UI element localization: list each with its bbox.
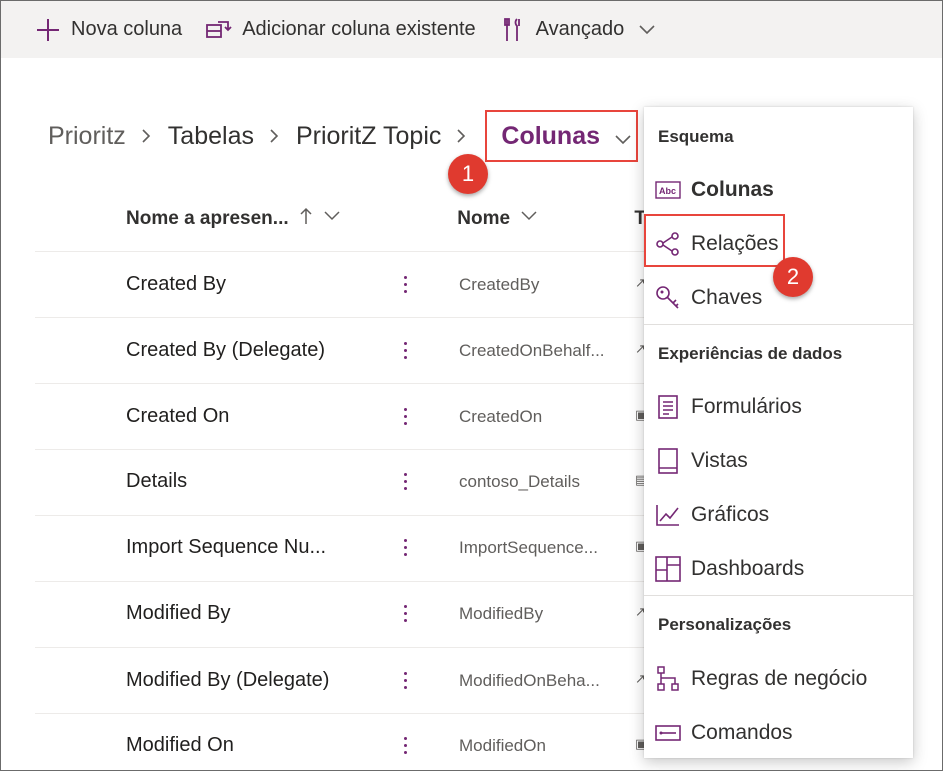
menu-item-label: Comandos	[691, 721, 793, 744]
table-row[interactable]: Modified By (Delegate) ModifiedOnBeha...…	[35, 649, 645, 713]
form-icon	[654, 393, 682, 421]
column-header-name[interactable]: Nome	[457, 207, 634, 231]
menu-item-vistas[interactable]: Vistas	[644, 437, 913, 485]
plus-icon	[35, 17, 61, 43]
new-column-label: Nova coluna	[71, 18, 183, 40]
chevron-right-icon	[268, 129, 282, 143]
chevron-down-icon	[323, 207, 341, 231]
menu-section-title-esquema: Esquema	[658, 127, 734, 146]
breadcrumb-item-topic[interactable]: PrioritZ Topic	[296, 122, 441, 151]
new-column-button[interactable]: Nova coluna	[35, 10, 182, 50]
row-logical-name: ImportSequence...	[459, 538, 598, 557]
column-header-display-name-label: Nome a apresen...	[126, 208, 289, 229]
more-options-icon[interactable]	[395, 466, 415, 496]
row-logical-name: ModifiedBy	[459, 604, 544, 623]
table-area-dropdown-menu: Esquema Abc Colunas Relações Chaves Expe…	[644, 107, 913, 758]
key-icon	[654, 284, 682, 312]
menu-item-label: Colunas	[691, 178, 774, 201]
row-logical-name: CreatedOn	[459, 407, 543, 426]
menu-item-label: Formulários	[691, 395, 802, 418]
breadcrumb-current-colunas[interactable]: Colunas	[485, 110, 639, 162]
menu-item-label: Dashboards	[691, 557, 805, 580]
menu-item-graficos[interactable]: Gráficos	[644, 491, 913, 539]
chevron-right-icon	[455, 129, 469, 143]
highlight-box-relacoes	[644, 214, 785, 267]
add-existing-column-button[interactable]: Adicionar coluna existente	[206, 10, 476, 50]
menu-item-label: Gráficos	[691, 503, 770, 526]
business-rules-icon	[654, 665, 682, 693]
menu-section-title-personalizacoes: Personalizações	[658, 615, 792, 634]
add-existing-column-icon	[206, 17, 232, 43]
chevron-right-icon	[140, 129, 154, 143]
more-options-icon[interactable]	[395, 335, 415, 365]
table-row[interactable]: Created By CreatedBy ↗	[35, 253, 645, 317]
row-divider	[35, 317, 645, 318]
table-header: Nome a apresen... Nome T	[126, 201, 646, 237]
commands-icon	[654, 719, 682, 747]
table-row[interactable]: Import Sequence Nu... ImportSequence... …	[35, 516, 645, 580]
breadcrumb: Prioritz Tabelas PrioritZ Topic Colunas	[48, 110, 639, 162]
more-options-icon[interactable]	[395, 598, 415, 628]
column-header-display-name[interactable]: Nome a apresen...	[126, 207, 457, 231]
row-display-name: Modified By (Delegate)	[126, 669, 330, 691]
more-options-icon[interactable]	[395, 665, 415, 695]
breadcrumb-item-prioritz[interactable]: Prioritz	[48, 122, 126, 151]
dashboard-icon	[654, 555, 682, 583]
chevron-down-icon	[520, 207, 538, 231]
more-options-icon[interactable]	[395, 730, 415, 760]
row-display-name: Created On	[126, 405, 230, 427]
row-display-name: Modified On	[126, 734, 234, 756]
add-existing-column-label: Adicionar coluna existente	[242, 18, 476, 40]
row-divider	[35, 647, 645, 648]
menu-section-title-experiencias: Experiências de dados	[658, 344, 843, 363]
breadcrumb-item-tabelas[interactable]: Tabelas	[168, 122, 254, 151]
menu-divider	[644, 324, 913, 325]
menu-item-label: Regras de negócio	[691, 667, 868, 690]
advanced-button[interactable]: Avançado	[500, 10, 657, 50]
table-row[interactable]: Created On CreatedOn ▣	[35, 385, 645, 449]
table-row[interactable]: Created By (Delegate) CreatedOnBehalf...…	[35, 319, 645, 383]
menu-item-label: Vistas	[691, 449, 748, 472]
row-display-name: Created By	[126, 273, 227, 295]
more-options-icon[interactable]	[395, 401, 415, 431]
sort-ascending-icon	[299, 207, 313, 231]
row-logical-name: contoso_Details	[459, 472, 580, 491]
tools-icon	[500, 17, 526, 43]
menu-item-formularios[interactable]: Formulários	[644, 383, 913, 431]
row-display-name: Import Sequence Nu...	[126, 536, 327, 558]
step-badge-1: 1	[448, 154, 488, 194]
step-badge-2: 2	[773, 257, 813, 297]
row-display-name: Created By (Delegate)	[126, 339, 325, 361]
row-display-name: Details	[126, 470, 188, 492]
svg-text:Abc: Abc	[659, 186, 676, 196]
more-options-icon[interactable]	[395, 269, 415, 299]
column-header-name-label: Nome	[457, 208, 511, 229]
menu-item-colunas[interactable]: Abc Colunas	[644, 166, 913, 214]
columns-abc-icon: Abc	[654, 176, 682, 204]
breadcrumb-current-label: Colunas	[501, 121, 601, 150]
chart-icon	[654, 501, 682, 529]
menu-item-comandos[interactable]: Comandos	[644, 709, 913, 757]
row-display-name: Modified By	[126, 602, 231, 624]
view-icon	[654, 447, 682, 475]
row-logical-name: CreatedOnBehalf...	[459, 341, 605, 360]
menu-item-dashboards[interactable]: Dashboards	[644, 545, 913, 593]
more-options-icon[interactable]	[395, 532, 415, 562]
menu-item-regras-de-negocio[interactable]: Regras de negócio	[644, 655, 913, 703]
row-logical-name: CreatedBy	[459, 275, 540, 294]
command-bar: Nova coluna Adicionar coluna existente A…	[1, 1, 942, 58]
menu-divider	[644, 595, 913, 596]
advanced-label: Avançado	[535, 18, 625, 40]
chevron-down-icon	[638, 21, 656, 39]
menu-item-label: Chaves	[691, 286, 763, 309]
app-frame: Nova coluna Adicionar coluna existente A…	[0, 0, 943, 771]
table-row[interactable]: Modified On ModifiedOn ▣	[35, 714, 645, 770]
row-logical-name: ModifiedOnBeha...	[459, 671, 600, 690]
row-divider	[35, 383, 645, 384]
table-row[interactable]: Modified By ModifiedBy ↗	[35, 582, 645, 646]
table-row[interactable]: Details contoso_Details ▤	[35, 450, 645, 514]
row-logical-name: ModifiedOn	[459, 736, 546, 755]
row-divider	[35, 251, 645, 252]
chevron-down-icon	[614, 127, 632, 145]
